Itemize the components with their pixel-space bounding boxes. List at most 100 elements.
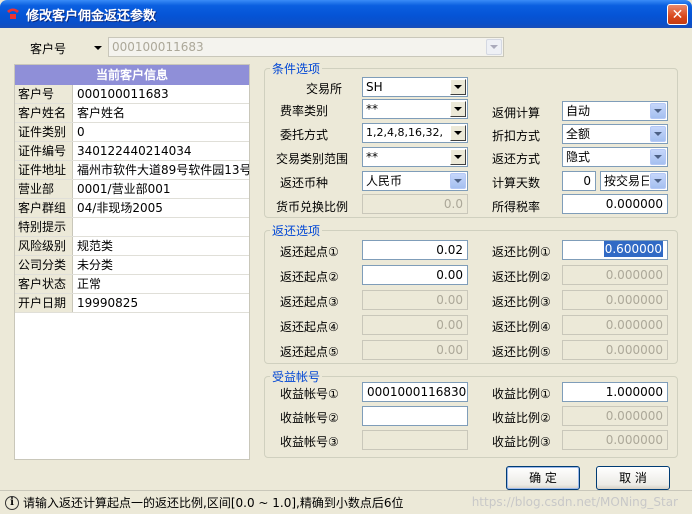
info-key: 客户姓名 (15, 104, 73, 122)
status-message: 请输入返还计算起点一的返还比例,区间[0.0 ~ 1.0],精确到小数点后6位 (23, 496, 404, 510)
customer-info-header: 当前客户信息 (15, 65, 249, 85)
return-start-label: 返还起点③ (280, 295, 339, 309)
currency-label: 返还币种 (280, 176, 329, 190)
fx-ratio-field: 0.0 (362, 194, 468, 214)
entrust-select[interactable]: 1,2,4,8,16,32, (362, 123, 468, 143)
return-method-select[interactable]: 隐式 (562, 147, 668, 167)
beneficiary-title: 受益帐号 (270, 368, 323, 385)
info-value: 未分类 (77, 258, 114, 272)
info-value: 正常 (77, 277, 102, 291)
discount-select[interactable]: 全额 (562, 124, 668, 144)
info-row: 特别提示 (15, 218, 249, 237)
chevron-down-icon[interactable] (450, 149, 466, 165)
info-key: 公司分类 (15, 256, 73, 274)
fx-ratio-label: 货币兑换比例 (276, 200, 349, 214)
info-value: 客户姓名 (77, 106, 126, 120)
chevron-down-icon[interactable] (450, 125, 466, 141)
info-row: 证件编号 340122440214034 (15, 142, 249, 161)
info-row: 风险级别 规范类 (15, 237, 249, 256)
app-icon (6, 7, 20, 21)
customer-no-combo[interactable]: 000100011683 (108, 37, 504, 57)
window-title: 修改客户佣金返还参数 (26, 8, 157, 24)
return-start-field[interactable]: 0.02 (362, 240, 468, 260)
return-method-label: 返还方式 (492, 152, 541, 166)
beneficiary-ratio-label: 收益比例① (492, 387, 551, 401)
beneficiary-account-label: 收益帐号② (280, 411, 339, 425)
beneficiary-ratio-label: 收益比例② (492, 411, 551, 425)
chevron-down-icon[interactable] (450, 79, 466, 95)
beneficiary-ratio-field[interactable]: 1.000000 (562, 382, 668, 402)
return-ratio-field: 0.000000 (562, 290, 668, 310)
calc-days-label: 计算天数 (492, 176, 541, 190)
beneficiary-ratio-label: 收益比例③ (492, 435, 551, 449)
calc-days-field[interactable]: 0 (562, 171, 596, 191)
exchange-value: SH (366, 80, 383, 94)
chevron-down-icon[interactable] (450, 173, 466, 189)
return-start-field: 0.00 (362, 340, 468, 360)
return-start-field: 0.00 (362, 290, 468, 310)
close-button[interactable]: ✕ (667, 4, 688, 25)
info-value: 福州市软件大道89号软件园13号楼 (77, 163, 249, 177)
customer-info-panel: 当前客户信息 客户号 000100011683 客户姓名 客户姓名 证件类别 0 证件编号 3… (14, 64, 250, 460)
return-start-label: 返还起点① (280, 245, 339, 259)
calc-days-unit-select[interactable]: 按交易日 (600, 171, 668, 191)
return-ratio-label: 返还比例③ (492, 295, 551, 309)
info-key: 营业部 (15, 180, 73, 198)
beneficiary-account-field (362, 430, 468, 450)
info-value: 规范类 (77, 239, 114, 253)
trade-range-value: ** (366, 150, 378, 164)
tax-rate-field[interactable]: 0.000000 (562, 194, 668, 214)
info-row: 营业部 0001/营业部001 (15, 180, 249, 199)
title-bar: 修改客户佣金返还参数 ✕ (0, 0, 692, 28)
return-ratio-field[interactable]: 0.600000 (562, 240, 668, 260)
info-row: 客户姓名 客户姓名 (15, 104, 249, 123)
return-options-title: 返还选项 (270, 222, 323, 239)
return-ratio-field: 0.000000 (562, 315, 668, 335)
ok-button[interactable]: 确 定 (506, 466, 580, 490)
info-row: 客户状态 正常 (15, 275, 249, 294)
info-key: 特别提示 (15, 218, 73, 236)
chevron-down-icon[interactable] (450, 101, 466, 117)
info-key: 证件编号 (15, 142, 73, 160)
discount-label: 折扣方式 (492, 129, 541, 143)
cancel-button[interactable]: 取 消 (596, 466, 670, 490)
currency-select[interactable]: 人民币 (362, 171, 468, 191)
info-key: 客户群组 (15, 199, 73, 217)
return-ratio-label: 返还比例② (492, 270, 551, 284)
fee-type-label: 费率类别 (280, 104, 329, 118)
info-icon: i (5, 495, 19, 510)
info-value: 0 (77, 125, 85, 139)
exchange-label: 交易所 (306, 82, 343, 96)
info-value: 0001/营业部001 (77, 182, 171, 196)
return-ratio-label: 返还比例④ (492, 320, 551, 334)
entrust-label: 委托方式 (280, 128, 329, 142)
trade-range-select[interactable]: ** (362, 147, 468, 167)
info-row: 客户号 000100011683 (15, 85, 249, 104)
return-start-label: 返还起点② (280, 270, 339, 284)
info-value: 340122440214034 (77, 144, 192, 158)
chevron-down-icon[interactable] (650, 103, 666, 119)
fee-type-select[interactable]: ** (362, 99, 468, 119)
beneficiary-account-field[interactable]: 00010001168301 (362, 382, 468, 402)
return-start-field[interactable]: 0.00 (362, 265, 468, 285)
chevron-down-icon[interactable] (650, 149, 666, 165)
beneficiary-account-field[interactable] (362, 406, 468, 426)
commission-calc-value: 自动 (566, 104, 591, 118)
info-value: 04/非现场2005 (77, 201, 163, 215)
chevron-down-icon[interactable] (650, 173, 666, 189)
info-key: 风险级别 (15, 237, 73, 255)
currency-value: 人民币 (366, 174, 403, 188)
commission-calc-select[interactable]: 自动 (562, 101, 668, 121)
discount-value: 全额 (566, 127, 591, 141)
info-key: 客户号 (15, 85, 73, 103)
close-icon: ✕ (671, 6, 684, 23)
chevron-down-icon[interactable] (650, 126, 666, 142)
return-ratio-field: 0.000000 (562, 265, 668, 285)
commission-calc-label: 返佣计算 (492, 106, 541, 120)
status-bar: i 请输入返还计算起点一的返还比例,区间[0.0 ~ 1.0],精确到小数点后6… (0, 490, 692, 514)
return-ratio-label: 返还比例① (492, 245, 551, 259)
return-ratio-field: 0.000000 (562, 340, 668, 360)
trade-range-label: 交易类别范围 (276, 152, 349, 166)
exchange-select[interactable]: SH (362, 77, 468, 97)
chevron-down-icon[interactable] (486, 39, 502, 55)
